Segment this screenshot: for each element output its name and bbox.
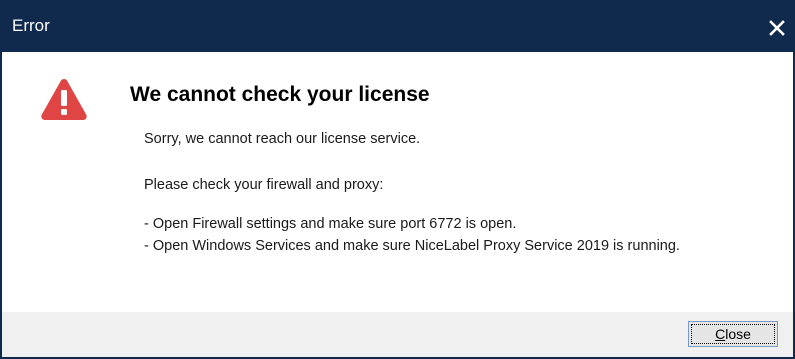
close-button-mnemonic: C: [715, 326, 726, 342]
dialog-footer: Close: [2, 312, 793, 357]
dialog-heading: We cannot check your license: [130, 83, 430, 106]
message-line: Please check your firewall and proxy:: [144, 177, 384, 193]
close-button-label: lose: [725, 326, 751, 342]
dialog-content: We cannot check your license Sorry, we c…: [2, 52, 793, 312]
warning-triangle-icon: [40, 77, 88, 121]
message-line: Sorry, we cannot reach our license servi…: [144, 131, 421, 147]
error-dialog-window: Error We cannot check your license Sorry…: [0, 0, 795, 359]
close-button[interactable]: Close: [688, 321, 778, 347]
message-line: - Open Firewall settings and make sure p…: [144, 216, 517, 232]
title-bar[interactable]: Error: [2, 2, 793, 52]
message-line: - Open Windows Services and make sure Ni…: [144, 238, 680, 254]
window-title: Error: [12, 16, 50, 35]
close-icon[interactable]: [761, 8, 793, 48]
